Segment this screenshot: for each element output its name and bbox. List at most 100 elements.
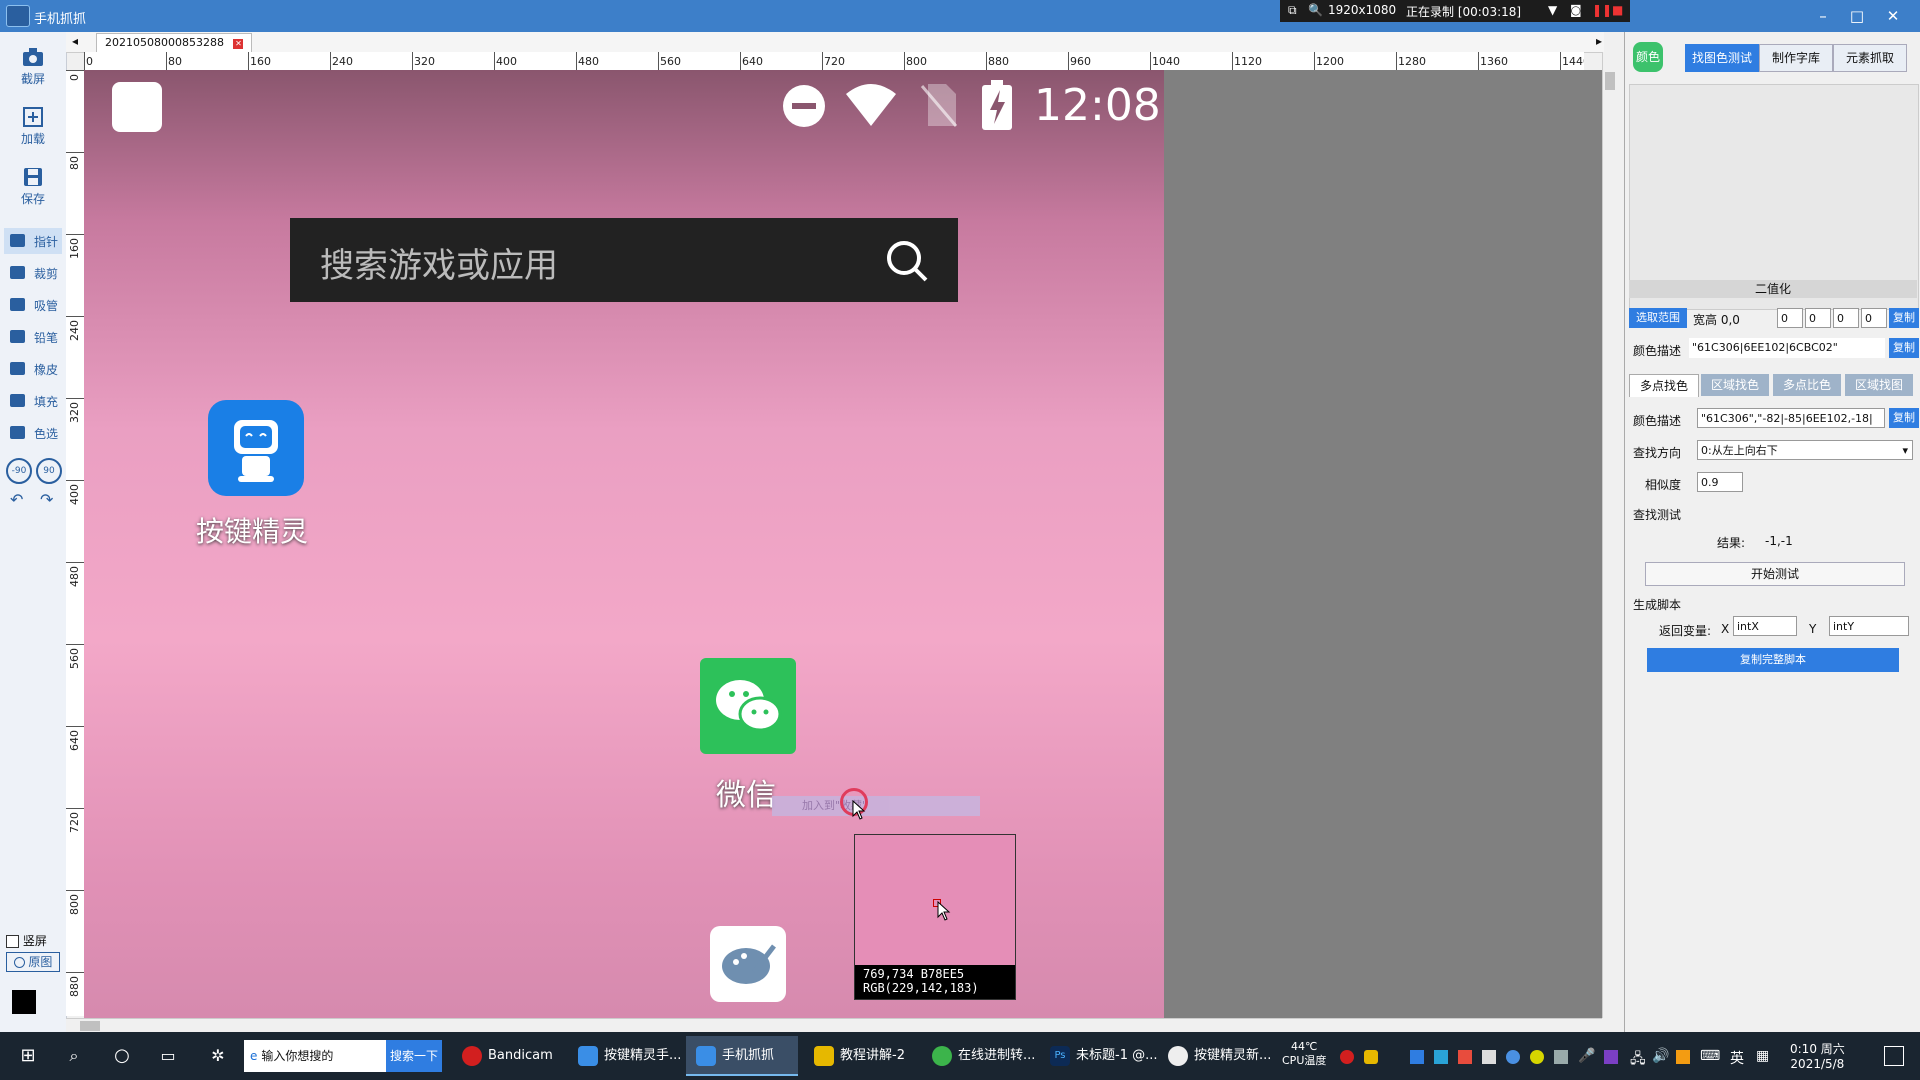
multi-color-desc-input[interactable]: "61C306","-82|-85|6EE102,-18|: [1697, 408, 1885, 428]
close-button[interactable]: ✕: [1878, 6, 1908, 26]
ime-language[interactable]: 英: [1730, 1048, 1744, 1068]
save-button[interactable]: 保存: [4, 166, 62, 207]
magnifier-icon[interactable]: 🔍: [1308, 3, 1323, 17]
paint-app-icon[interactable]: [710, 926, 786, 1002]
portrait-checkbox[interactable]: 竖屏: [6, 932, 47, 949]
tool-pointer[interactable]: 指针: [4, 228, 62, 254]
return-x-input[interactable]: intX: [1733, 616, 1797, 636]
foreground-color-swatch[interactable]: [12, 990, 36, 1014]
canvas-area[interactable]: 12:08 搜索游戏或应用 按键精灵 微信 加入到"收藏" 769,734 B7…: [84, 70, 1602, 1018]
tab-close-icon[interactable]: ✕: [233, 39, 244, 49]
notes-tray-icon[interactable]: [1364, 1050, 1378, 1064]
taskbar-app-photoshop[interactable]: Ps 未标题-1 @...: [1040, 1036, 1158, 1076]
color-desc-label: 颜色描述: [1633, 344, 1682, 358]
taskbar-app-key-assistant-new[interactable]: 按键精灵新...: [1158, 1036, 1271, 1076]
copy-range-button[interactable]: 复制: [1889, 308, 1919, 328]
range-y1-input[interactable]: 0: [1805, 308, 1831, 328]
record-tray-icon[interactable]: [1340, 1050, 1354, 1064]
search-icon[interactable]: [884, 238, 930, 284]
taskbar-app-bandicam[interactable]: Bandicam: [452, 1036, 562, 1076]
subtab-region-find-image[interactable]: 区域找图: [1845, 374, 1913, 396]
document-tab[interactable]: 20210508000853288 ✕: [96, 33, 253, 52]
tool-fill[interactable]: 填充: [4, 388, 62, 414]
tool-crop[interactable]: 裁剪: [4, 260, 62, 286]
vertical-scrollbar[interactable]: [1602, 52, 1617, 1018]
maximize-button[interactable]: □: [1842, 6, 1872, 26]
tab-element-capture[interactable]: 元素抓取: [1833, 44, 1907, 72]
scroll-thumb[interactable]: [1605, 72, 1615, 90]
horizontal-scrollbar[interactable]: [66, 1018, 1602, 1033]
subtab-multi-point-compare[interactable]: 多点比色: [1773, 374, 1841, 396]
stop-icon[interactable]: ■: [1612, 3, 1623, 17]
load-button[interactable]: 加载: [4, 106, 62, 147]
rotate-right-90-button[interactable]: 90: [36, 458, 62, 484]
notification-center-icon[interactable]: [1884, 1046, 1904, 1066]
tab-find-color-test[interactable]: 找图色测试: [1685, 44, 1759, 72]
copy-full-script-button[interactable]: 复制完整脚本: [1647, 648, 1899, 672]
window-icon[interactable]: ⧉: [1288, 3, 1297, 18]
ime-mode-icon[interactable]: ▦: [1756, 1048, 1769, 1064]
pause-icon[interactable]: ❚❚: [1592, 3, 1612, 17]
similarity-input[interactable]: 0.9: [1697, 472, 1743, 492]
web-search-input[interactable]: e 输入你想搜的: [244, 1040, 386, 1072]
range-x2-input[interactable]: 0: [1833, 308, 1859, 328]
tray-app-icon[interactable]: [1604, 1050, 1618, 1064]
camera-icon[interactable]: ◙: [1570, 3, 1582, 17]
do-not-disturb-icon: [783, 85, 825, 127]
search-icon[interactable]: ⌕: [56, 1036, 92, 1076]
keyboard-icon[interactable]: ⌨: [1700, 1048, 1720, 1064]
tool-eyedropper[interactable]: 吸管: [4, 292, 62, 318]
direction-select[interactable]: 0:从左上向右下 ▾: [1697, 440, 1913, 460]
copy-color-desc-button[interactable]: 复制: [1889, 338, 1919, 358]
tray-app-icon[interactable]: [1506, 1050, 1520, 1064]
microphone-icon[interactable]: 🎤: [1578, 1048, 1595, 1064]
screenshot-button[interactable]: 截屏: [4, 46, 62, 87]
pinwheel-icon[interactable]: ✲: [200, 1036, 236, 1076]
network-icon[interactable]: 🖧: [1630, 1048, 1646, 1072]
web-search-button[interactable]: 搜索一下: [386, 1040, 442, 1072]
start-test-button[interactable]: 开始测试: [1645, 562, 1905, 586]
subtab-region-find-color[interactable]: 区域找色: [1701, 374, 1769, 396]
tab-scroll-right-icon[interactable]: ▸: [1596, 34, 1602, 48]
phone-screenshot[interactable]: 12:08 搜索游戏或应用 按键精灵 微信 加入到"收藏" 769,734 B7…: [84, 70, 1164, 1018]
range-x1-input[interactable]: 0: [1777, 308, 1803, 328]
select-range-button[interactable]: 选取范围: [1629, 308, 1687, 328]
chevron-down-icon[interactable]: ▼: [1548, 3, 1557, 17]
redo-icon[interactable]: ↷: [40, 490, 53, 509]
tray-app-icon[interactable]: [1554, 1050, 1568, 1064]
taskbar-app-converter[interactable]: 在线进制转...: [922, 1036, 1035, 1076]
minimize-button[interactable]: –: [1808, 6, 1838, 26]
color-tab-button[interactable]: 颜色: [1633, 42, 1663, 72]
tool-pencil[interactable]: 铅笔: [4, 324, 62, 350]
original-image-button[interactable]: 原图: [6, 952, 60, 972]
tab-make-font-library[interactable]: 制作字库: [1759, 44, 1833, 72]
taskbar-app-key-assistant[interactable]: 按键精灵手...: [568, 1036, 681, 1076]
wechat-app-icon[interactable]: [700, 658, 796, 754]
scroll-thumb[interactable]: [80, 1021, 100, 1031]
app-search-bar[interactable]: 搜索游戏或应用: [290, 218, 958, 302]
copy-multi-color-button[interactable]: 复制: [1889, 408, 1919, 428]
tray-app-icon[interactable]: [1410, 1050, 1424, 1064]
key-assistant-app-icon[interactable]: [208, 400, 304, 496]
tray-app-icon[interactable]: [1482, 1050, 1496, 1064]
tab-scroll-left-icon[interactable]: ◂: [72, 34, 78, 48]
tray-app-icon[interactable]: [1458, 1050, 1472, 1064]
tray-app-icon[interactable]: [1530, 1050, 1544, 1064]
cortana-icon[interactable]: ○: [104, 1036, 140, 1076]
return-y-input[interactable]: intY: [1829, 616, 1909, 636]
task-view-icon[interactable]: ▭: [150, 1036, 186, 1076]
taskbar-app-tutorial[interactable]: 教程讲解-2: [804, 1036, 916, 1076]
tray-app-icon[interactable]: [1434, 1050, 1448, 1064]
range-y2-input[interactable]: 0: [1861, 308, 1887, 328]
undo-icon[interactable]: ↶: [10, 490, 23, 509]
windows-start-icon[interactable]: ⊞: [10, 1036, 46, 1076]
rotate-left-90-button[interactable]: -90: [6, 458, 32, 484]
taskbar-app-phone-capture[interactable]: 手机抓抓: [686, 1036, 798, 1076]
tray-app-icon[interactable]: [1676, 1050, 1690, 1064]
color-desc-value[interactable]: "61C306|6EE102|6CBC02": [1689, 338, 1885, 358]
tool-eraser[interactable]: 橡皮: [4, 356, 62, 382]
volume-icon[interactable]: 🔊: [1652, 1048, 1669, 1064]
tool-color-select[interactable]: 色选: [4, 420, 62, 446]
clock[interactable]: 0:10 周六 2021/5/8: [1790, 1042, 1845, 1072]
subtab-multi-point-find-color[interactable]: 多点找色: [1629, 374, 1699, 397]
